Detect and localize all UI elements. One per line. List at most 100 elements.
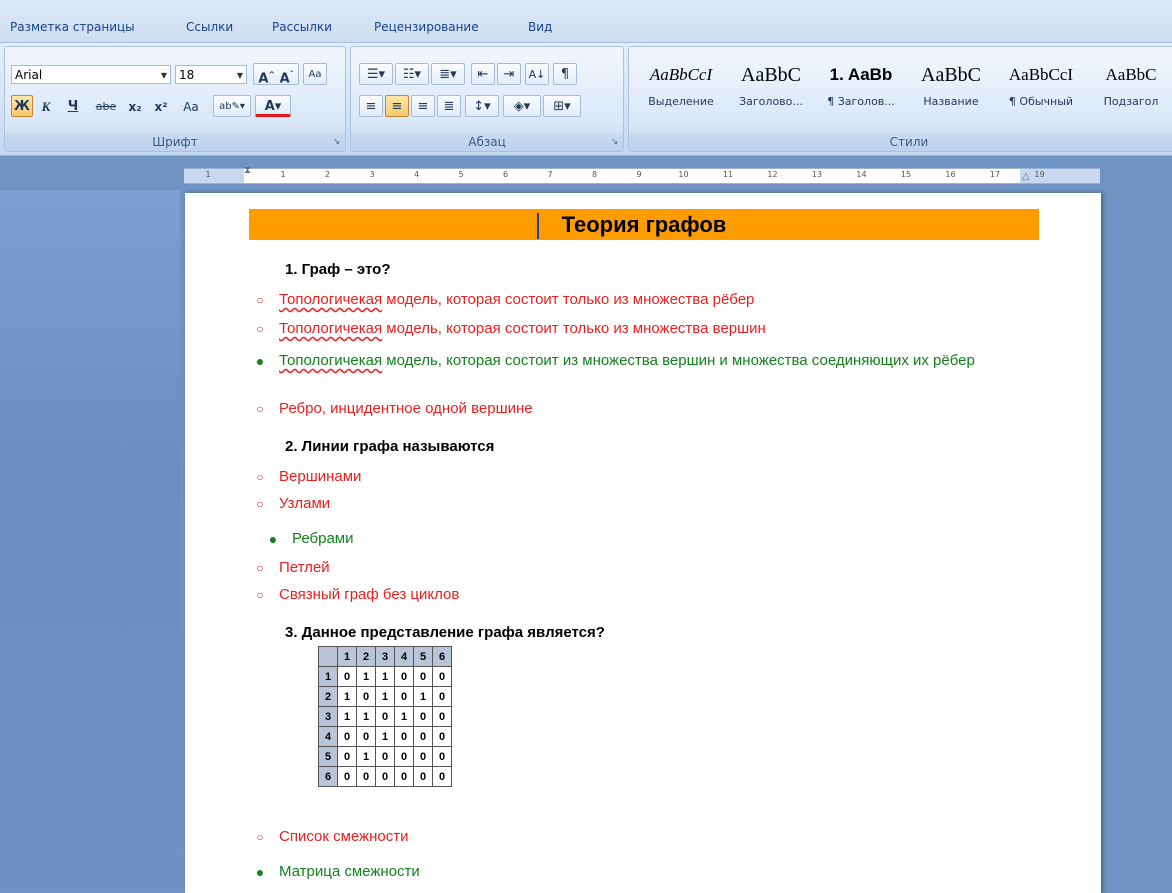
- superscript-button[interactable]: x²: [149, 95, 173, 117]
- numbering-icon[interactable]: ☷▾: [395, 63, 429, 85]
- font-color-button[interactable]: A▾: [255, 95, 291, 117]
- bold-button[interactable]: Ж: [11, 95, 33, 117]
- ruler-tick: 5: [458, 170, 464, 179]
- font-name-combo[interactable]: Arial ▼: [11, 65, 171, 84]
- horizontal-ruler[interactable]: 1 1 2 3 4 5 6 7 8 9 10 11 12 13 14 15 16 17 19 ⧗ △: [184, 165, 1100, 184]
- style-heading-1[interactable]: 1. AaBb ¶ Заголов...: [817, 59, 905, 119]
- adjacency-matrix: 1 2 3 4 5 6 1011000 2101010 3110100 4001…: [318, 646, 452, 787]
- misspelled-word[interactable]: Топологичекая: [279, 352, 382, 369]
- strikethrough-button[interactable]: abe: [91, 95, 121, 117]
- ruler-tick: 9: [636, 170, 642, 179]
- matrix-row-header: 1: [318, 666, 338, 687]
- style-subtitle[interactable]: AaBbC Подзагол: [1087, 59, 1172, 119]
- hollow-bullet-icon: ○: [256, 322, 264, 336]
- decrease-indent-icon[interactable]: ⇤: [471, 63, 495, 85]
- font-size-combo[interactable]: 18 ▼: [175, 65, 247, 84]
- grow-shrink-font-buttons[interactable]: A^ Aˇ: [253, 63, 299, 86]
- matrix-cell: 0: [394, 686, 414, 707]
- italic-button[interactable]: К: [35, 95, 57, 117]
- matrix-cell: 1: [337, 706, 357, 727]
- pilcrow-icon[interactable]: ¶: [553, 63, 577, 85]
- matrix-row-header: 3: [318, 706, 338, 727]
- change-case-button[interactable]: Aa: [175, 95, 207, 117]
- matrix-cell: 0: [356, 766, 376, 787]
- question-2: 2. Линии графа называются: [285, 438, 495, 455]
- question-3: 3. Данное представление графа является?: [285, 624, 605, 641]
- shading-icon[interactable]: ◈▾: [503, 95, 541, 117]
- misspelled-word[interactable]: Топологичекая: [279, 320, 382, 337]
- indent-marker-icon[interactable]: ⧗: [244, 165, 251, 176]
- option: ○ Список смежности: [256, 828, 1049, 846]
- font-size-value: 18: [179, 68, 195, 82]
- highlight-icon[interactable]: ab✎▾: [213, 95, 251, 117]
- styles-group-label: Стили: [629, 133, 1172, 151]
- matrix-cell: 0: [337, 766, 357, 787]
- underline-button[interactable]: Ч: [59, 95, 87, 117]
- dialog-launcher-icon[interactable]: ↘: [331, 137, 342, 148]
- option-text: модель, которая состоит из множества вер…: [382, 352, 975, 369]
- clear-format-icon[interactable]: Aa: [303, 63, 327, 85]
- document-title: Теория графов: [249, 209, 1039, 240]
- tab-view[interactable]: Вид: [528, 20, 552, 34]
- style-name: Подзагол: [1103, 95, 1159, 108]
- option-text: Вершинами: [279, 468, 362, 485]
- matrix-cell: 0: [356, 726, 376, 747]
- misspelled-word[interactable]: Топологичекая: [279, 291, 382, 308]
- dialog-launcher-icon[interactable]: ↘: [609, 137, 620, 148]
- style-emphasis[interactable]: AaBbCcI Выделение: [637, 59, 725, 119]
- style-title[interactable]: AaBbC Название: [907, 59, 995, 119]
- option: ○ Узлами: [256, 495, 1049, 513]
- option-text: Ребро, инцидентное одной вершине: [279, 400, 533, 417]
- align-right-icon[interactable]: ≡: [411, 95, 435, 117]
- style-heading[interactable]: AaBbC Заголово...: [727, 59, 815, 119]
- ruler-tick: 3: [369, 170, 375, 179]
- matrix-cell: 0: [432, 666, 452, 687]
- matrix-row-header: 2: [318, 686, 338, 707]
- ruler-tick: 2: [324, 170, 331, 179]
- increase-indent-icon[interactable]: ⇥: [497, 63, 521, 85]
- tab-references[interactable]: Ссылки: [186, 20, 233, 34]
- matrix-cell: 0: [394, 726, 414, 747]
- matrix-cell: 0: [413, 766, 433, 787]
- multilevel-list-icon[interactable]: ≣▾: [431, 63, 465, 85]
- matrix-cell: 0: [394, 666, 414, 687]
- font-color-label: A: [264, 99, 275, 114]
- justify-icon[interactable]: ≣: [437, 95, 461, 117]
- hollow-bullet-icon: ○: [256, 293, 264, 307]
- matrix-cell: 0: [337, 746, 357, 767]
- tab-page-layout[interactable]: Разметка страницы: [10, 20, 135, 34]
- matrix-cell: 1: [394, 706, 414, 727]
- ruler-tick: 19: [1034, 170, 1045, 179]
- matrix-cell: 0: [375, 766, 395, 787]
- align-left-icon[interactable]: ≡: [359, 95, 383, 117]
- font-group-label: Шрифт: [5, 133, 345, 151]
- option-text: модель, которая состоит только из множес…: [382, 320, 766, 337]
- option-text: Ребрами: [292, 530, 354, 547]
- right-indent-marker-icon[interactable]: △: [1022, 171, 1030, 182]
- ruler-tick: 7: [547, 170, 553, 179]
- borders-icon[interactable]: ⊞▾: [543, 95, 581, 117]
- sort-icon[interactable]: A↓: [525, 63, 549, 85]
- ruler-tick: 1: [205, 170, 211, 179]
- style-sample: AaBbCcI: [1008, 65, 1074, 84]
- document-page[interactable]: Теория графов 1. Граф – это? ○ Топологиче…: [185, 193, 1101, 893]
- tab-mailings[interactable]: Рассылки: [272, 20, 332, 34]
- subscript-button[interactable]: x₂: [123, 95, 147, 117]
- chevron-down-icon[interactable]: ▼: [237, 66, 243, 85]
- style-name: Выделение: [648, 95, 714, 108]
- line-spacing-icon[interactable]: ↕▾: [465, 95, 499, 117]
- matrix-row: 1011000: [318, 666, 452, 687]
- bullets-icon[interactable]: ☰▾: [359, 63, 393, 85]
- matrix-cell: 0: [375, 706, 395, 727]
- style-normal[interactable]: AaBbCcI ¶ Обычный: [997, 59, 1085, 119]
- ruler-tick: 16: [945, 170, 956, 179]
- matrix-cell: 0: [413, 706, 433, 727]
- ruler-tick: 12: [767, 170, 778, 179]
- matrix-cell: 0: [432, 706, 452, 727]
- ruler-tick: 1: [280, 170, 286, 179]
- align-center-icon[interactable]: ≡: [385, 95, 409, 117]
- matrix-cell: 0: [432, 686, 452, 707]
- option-text: Связный граф без циклов: [279, 586, 460, 603]
- tab-review[interactable]: Рецензирование: [374, 20, 479, 34]
- chevron-down-icon[interactable]: ▼: [161, 66, 167, 85]
